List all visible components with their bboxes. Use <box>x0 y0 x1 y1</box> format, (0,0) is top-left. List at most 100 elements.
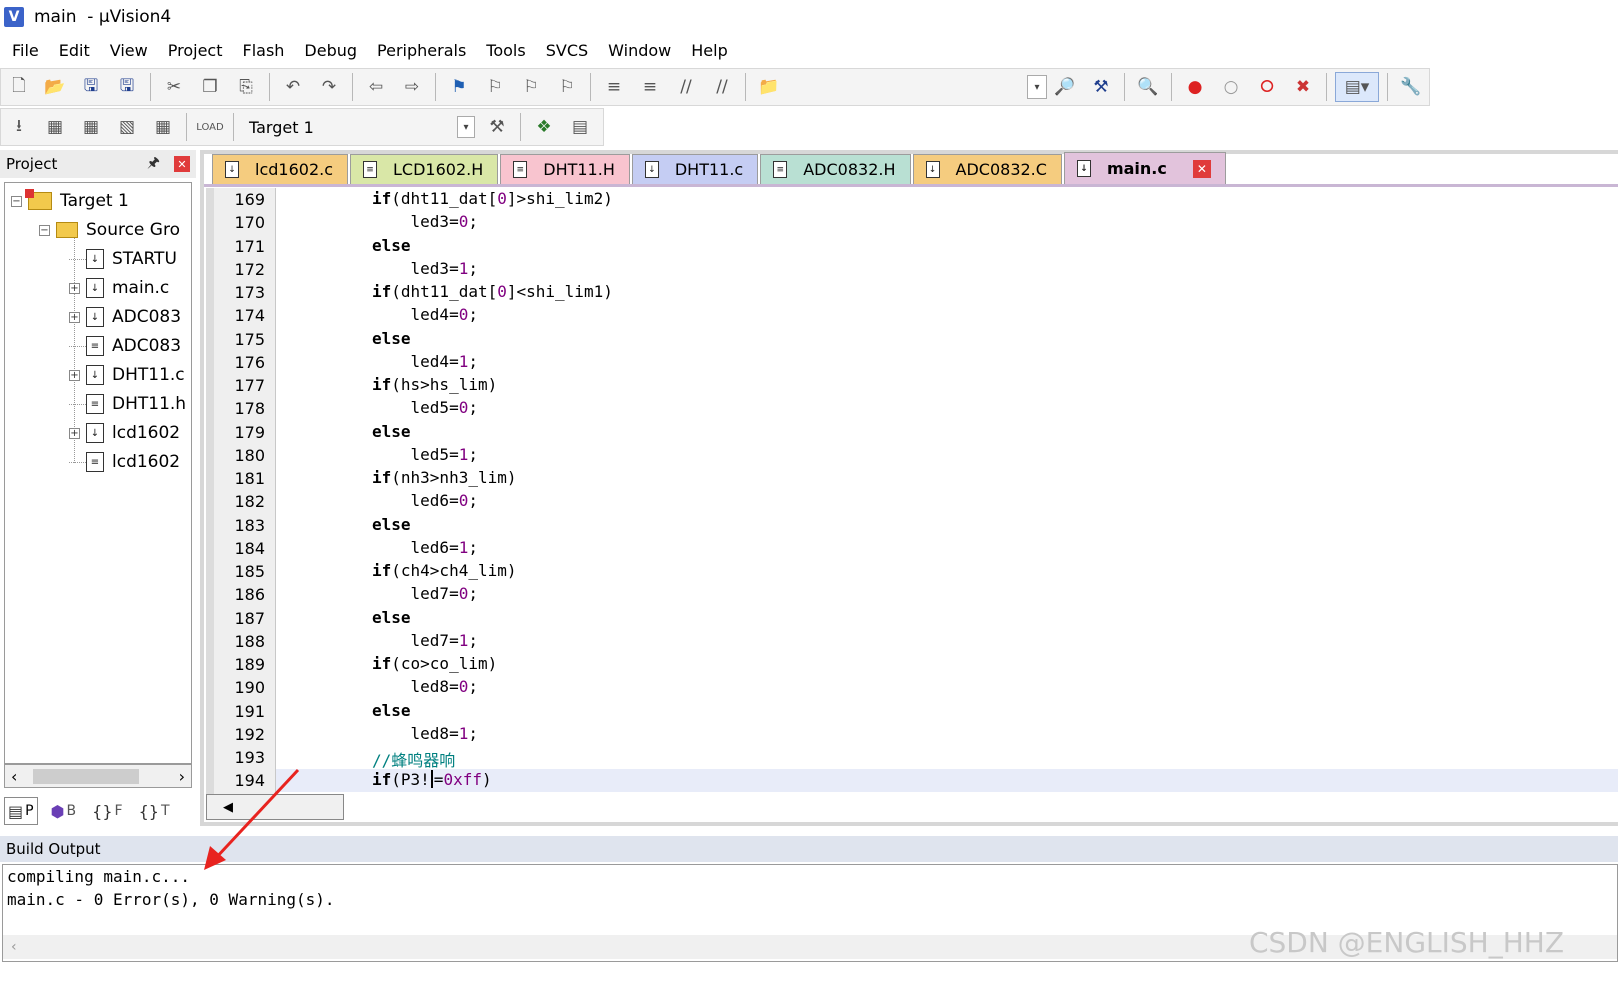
code-line[interactable]: if(hs>hs_lim) <box>372 375 497 394</box>
copy-icon[interactable]: ❐ <box>195 72 225 102</box>
expand-icon[interactable]: + <box>69 311 80 323</box>
menu-peripherals[interactable]: Peripherals <box>377 41 466 60</box>
code-line[interactable]: led8=0; <box>372 677 478 696</box>
code-line[interactable]: else <box>372 422 411 441</box>
enable-breakpoint-icon[interactable]: ○ <box>1216 72 1246 102</box>
navigate-forward-icon[interactable]: ⇨ <box>397 72 427 102</box>
code-line[interactable]: else <box>372 329 411 348</box>
find-dropdown-icon[interactable]: ▾ <box>1027 75 1047 99</box>
menu-tools[interactable]: Tools <box>486 41 525 60</box>
build-icon[interactable]: ▦ <box>40 112 70 142</box>
open-file-icon[interactable]: 📂 <box>40 72 70 102</box>
code-line[interactable]: led7=0; <box>372 584 478 603</box>
bookmark-next-icon[interactable]: ⚐ <box>516 72 546 102</box>
close-tab-icon[interactable]: ✕ <box>1192 159 1211 178</box>
editor-tab[interactable]: ≡ ADC0832.H <box>760 154 911 184</box>
code-line[interactable]: else <box>372 701 411 720</box>
menu-view[interactable]: View <box>110 41 148 60</box>
code-line[interactable]: led6=1; <box>372 538 478 557</box>
close-icon[interactable]: ✕ <box>174 156 190 172</box>
tree-item-file[interactable]: + ↓ DHT11.c <box>69 361 185 389</box>
panel-tab-p[interactable]: ▤ P <box>4 797 38 825</box>
collapse-icon[interactable]: − <box>11 195 22 207</box>
code-line[interactable]: if(ch4>ch4_lim) <box>372 561 517 580</box>
expand-icon[interactable]: + <box>69 369 80 381</box>
code-line[interactable]: led4=1; <box>372 352 478 371</box>
panel-tab-b[interactable]: ⬢ B <box>48 797 80 825</box>
disable-all-breakpoints-icon[interactable]: ⭘ <box>1252 72 1282 102</box>
find-icon[interactable]: 🔎 <box>1050 72 1080 102</box>
editor-tab[interactable]: ↓ ADC0832.C <box>912 154 1062 184</box>
menu-flash[interactable]: Flash <box>242 41 284 60</box>
code-line[interactable]: if(dht11_dat[0]<shi_lim1) <box>372 282 613 301</box>
bookmark-toggle-icon[interactable]: ⚑ <box>444 72 474 102</box>
code-line[interactable]: led6=0; <box>372 491 478 510</box>
tree-item-file[interactable]: ≡ DHT11.h <box>69 390 186 418</box>
tree-item-file[interactable]: ↓ STARTU <box>69 245 177 273</box>
code-editor[interactable]: 169 170 171 172 173 174 175 176 177 178 179 180 181 1… <box>206 188 1618 794</box>
scrollbar-thumb[interactable] <box>33 769 139 784</box>
code-line[interactable]: led4=0; <box>372 305 478 324</box>
menu-edit[interactable]: Edit <box>59 41 90 60</box>
code-line[interactable]: else <box>372 236 411 255</box>
kill-all-breakpoints-icon[interactable]: ✖ <box>1288 72 1318 102</box>
tree-item-file[interactable]: + ↓ lcd1602 <box>69 419 180 447</box>
menu-window[interactable]: Window <box>608 41 671 60</box>
target-select[interactable]: Target 1 ▾ <box>239 113 479 141</box>
code-line[interactable]: if(dht11_dat[0]>shi_lim2) <box>372 189 613 208</box>
indent-icon[interactable]: ≡ <box>599 72 629 102</box>
scroll-left-icon[interactable]: ◀ <box>223 800 233 815</box>
configure-icon[interactable]: 🔧 <box>1396 72 1426 102</box>
collapse-icon[interactable]: − <box>39 224 50 236</box>
code-line[interactable]: if(P3! =0xff) <box>372 770 492 789</box>
menu-help[interactable]: Help <box>691 41 727 60</box>
code-line[interactable]: if(nh3>nh3_lim) <box>372 468 517 487</box>
comment-icon[interactable]: // <box>671 72 701 102</box>
tree-item-file[interactable]: + ↓ main.c <box>69 274 169 302</box>
editor-tab[interactable]: ↓ DHT11.c <box>631 154 759 184</box>
editor-tab[interactable]: ↓ main.c ✕ <box>1063 152 1226 184</box>
tree-item-target[interactable]: − Target 1 <box>11 187 129 215</box>
debug-session-icon[interactable]: 🔍 <box>1133 72 1163 102</box>
cut-icon[interactable]: ✂ <box>159 72 189 102</box>
tree-item-folder[interactable]: − Source Gro <box>39 216 180 244</box>
navigate-back-icon[interactable]: ⇦ <box>361 72 391 102</box>
tree-item-file[interactable]: + ↓ ADC083 <box>69 303 181 331</box>
tree-item-file[interactable]: ≡ ADC083 <box>69 332 181 360</box>
window-layout-icon[interactable]: ▤▾ <box>1335 72 1379 102</box>
target-options-icon[interactable]: ⚒ <box>482 112 512 142</box>
editor-horizontal-scrollbar[interactable]: ◀ <box>206 794 344 820</box>
download-load-icon[interactable]: LOAD <box>195 112 225 142</box>
translate-icon[interactable]: ⭳ <box>4 112 34 142</box>
unindent-icon[interactable]: ≡ <box>635 72 665 102</box>
tree-item-file[interactable]: ≡ lcd1602 <box>69 448 180 476</box>
batch-build-icon[interactable]: ▧ <box>112 112 142 142</box>
stop-build-icon[interactable]: ▦ <box>148 112 178 142</box>
code-line[interactable]: else <box>372 515 411 534</box>
editor-tab[interactable]: ≡ LCD1602.H <box>350 154 499 184</box>
bookmark-clear-icon[interactable]: ⚐ <box>552 72 582 102</box>
code-line[interactable]: else <box>372 608 411 627</box>
save-icon[interactable]: 🖫 <box>76 72 106 102</box>
rebuild-icon[interactable]: ▦ <box>76 112 106 142</box>
code-line[interactable]: //蜂鸣器响 <box>372 747 455 771</box>
redo-icon[interactable]: ↷ <box>314 72 344 102</box>
uncomment-icon[interactable]: // <box>707 72 737 102</box>
manage-components-icon[interactable]: ❖ <box>529 112 559 142</box>
paste-icon[interactable]: ⎘ <box>231 72 261 102</box>
menu-project[interactable]: Project <box>168 41 223 60</box>
panel-tab-f[interactable]: {} F <box>89 797 125 825</box>
menu-svcs[interactable]: SVCS <box>546 41 588 60</box>
code-line[interactable]: led3=1; <box>372 259 478 278</box>
pin-icon[interactable]: 🖈 <box>147 152 160 176</box>
menu-file[interactable]: File <box>12 41 39 60</box>
scroll-left-icon[interactable]: ‹ <box>11 767 17 786</box>
editor-tab[interactable]: ↓ lcd1602.c <box>212 154 348 184</box>
code-line[interactable]: led5=1; <box>372 445 478 464</box>
tree-horizontal-scrollbar[interactable]: ‹ › <box>4 764 192 788</box>
insert-breakpoint-icon[interactable]: ● <box>1180 72 1210 102</box>
bookmark-prev-icon[interactable]: ⚐ <box>480 72 510 102</box>
expand-icon[interactable]: + <box>69 282 80 294</box>
code-line[interactable]: led3=0; <box>372 212 478 231</box>
scroll-right-icon[interactable]: › <box>179 767 185 786</box>
